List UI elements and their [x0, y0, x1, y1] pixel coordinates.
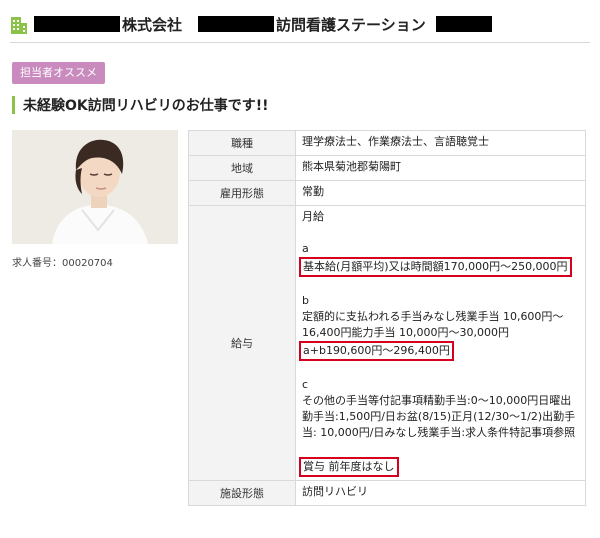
occupation-value: 理学療法士、作業療法士、言語聴覚士 — [295, 130, 586, 156]
facility-value: 訪問リハビリ — [295, 480, 586, 506]
job-number: 求人番号：00020704 — [12, 258, 113, 269]
table-row: 給与 月給 a 基本給(月額平均)又は時間額170,000円〜250,000円 … — [188, 205, 586, 481]
salary-value: 月給 a 基本給(月額平均)又は時間額170,000円〜250,000円 b 定… — [295, 205, 586, 481]
salary-label: 給与 — [188, 205, 296, 481]
recommend-badge: 担当者オススメ — [12, 62, 105, 84]
area-label: 地域 — [188, 155, 296, 181]
table-row: 雇用形態 常勤 — [188, 180, 586, 206]
building-icon — [10, 14, 28, 34]
job-header: 株式会社 訪問看護ステーション — [10, 8, 595, 40]
station-name: 訪問看護ステーション — [276, 15, 426, 34]
area-value: 熊本県菊池郡菊陽町 — [295, 155, 586, 181]
employment-value: 常勤 — [295, 180, 586, 206]
company-name: 株式会社 訪問看護ステーション — [34, 14, 492, 35]
salary-type: 月給 — [302, 210, 324, 223]
catchcopy: 未経験OK訪問リハビリのお仕事です!! — [12, 96, 269, 114]
salary-b-text: 定額的に支払われる手当みなし残業手当 10,600円〜16,400円能力手当 1… — [302, 310, 564, 339]
salary-a-highlight: 基本給(月額平均)又は時間額170,000円〜250,000円 — [299, 257, 572, 277]
catchcopy-text: 未経験OK訪問リハビリのお仕事です!! — [23, 98, 269, 114]
catchcopy-accent-bar — [12, 96, 15, 114]
salary-c-text: その他の手当等付記事項精勤手当:0〜10,000円日曜出勤手当:1,500円/日… — [302, 394, 576, 439]
table-row: 職種 理学療法士、作業療法士、言語聴覚士 — [188, 130, 586, 156]
employment-label: 雇用形態 — [188, 180, 296, 206]
job-info-table: 職種 理学療法士、作業療法士、言語聴覚士 地域 熊本県菊池郡菊陽町 雇用形態 常… — [188, 130, 586, 506]
occupation-label: 職種 — [188, 130, 296, 156]
table-row: 施設形態 訪問リハビリ — [188, 480, 586, 506]
job-photo — [12, 130, 178, 244]
salary-b-label: b — [302, 294, 309, 307]
salary-a-label: a — [302, 242, 309, 255]
bonus-highlight: 賞与 前年度はなし — [299, 457, 399, 477]
salary-c-label: c — [302, 378, 309, 391]
redacted-block — [34, 16, 120, 32]
redacted-block — [435, 16, 492, 32]
salary-ab-highlight: a+b190,600円〜296,400円 — [299, 341, 454, 361]
redacted-block — [198, 16, 275, 32]
header-divider — [10, 42, 590, 43]
table-row: 地域 熊本県菊池郡菊陽町 — [188, 155, 586, 181]
facility-label: 施設形態 — [188, 480, 296, 506]
company-suffix: 株式会社 — [122, 15, 183, 34]
